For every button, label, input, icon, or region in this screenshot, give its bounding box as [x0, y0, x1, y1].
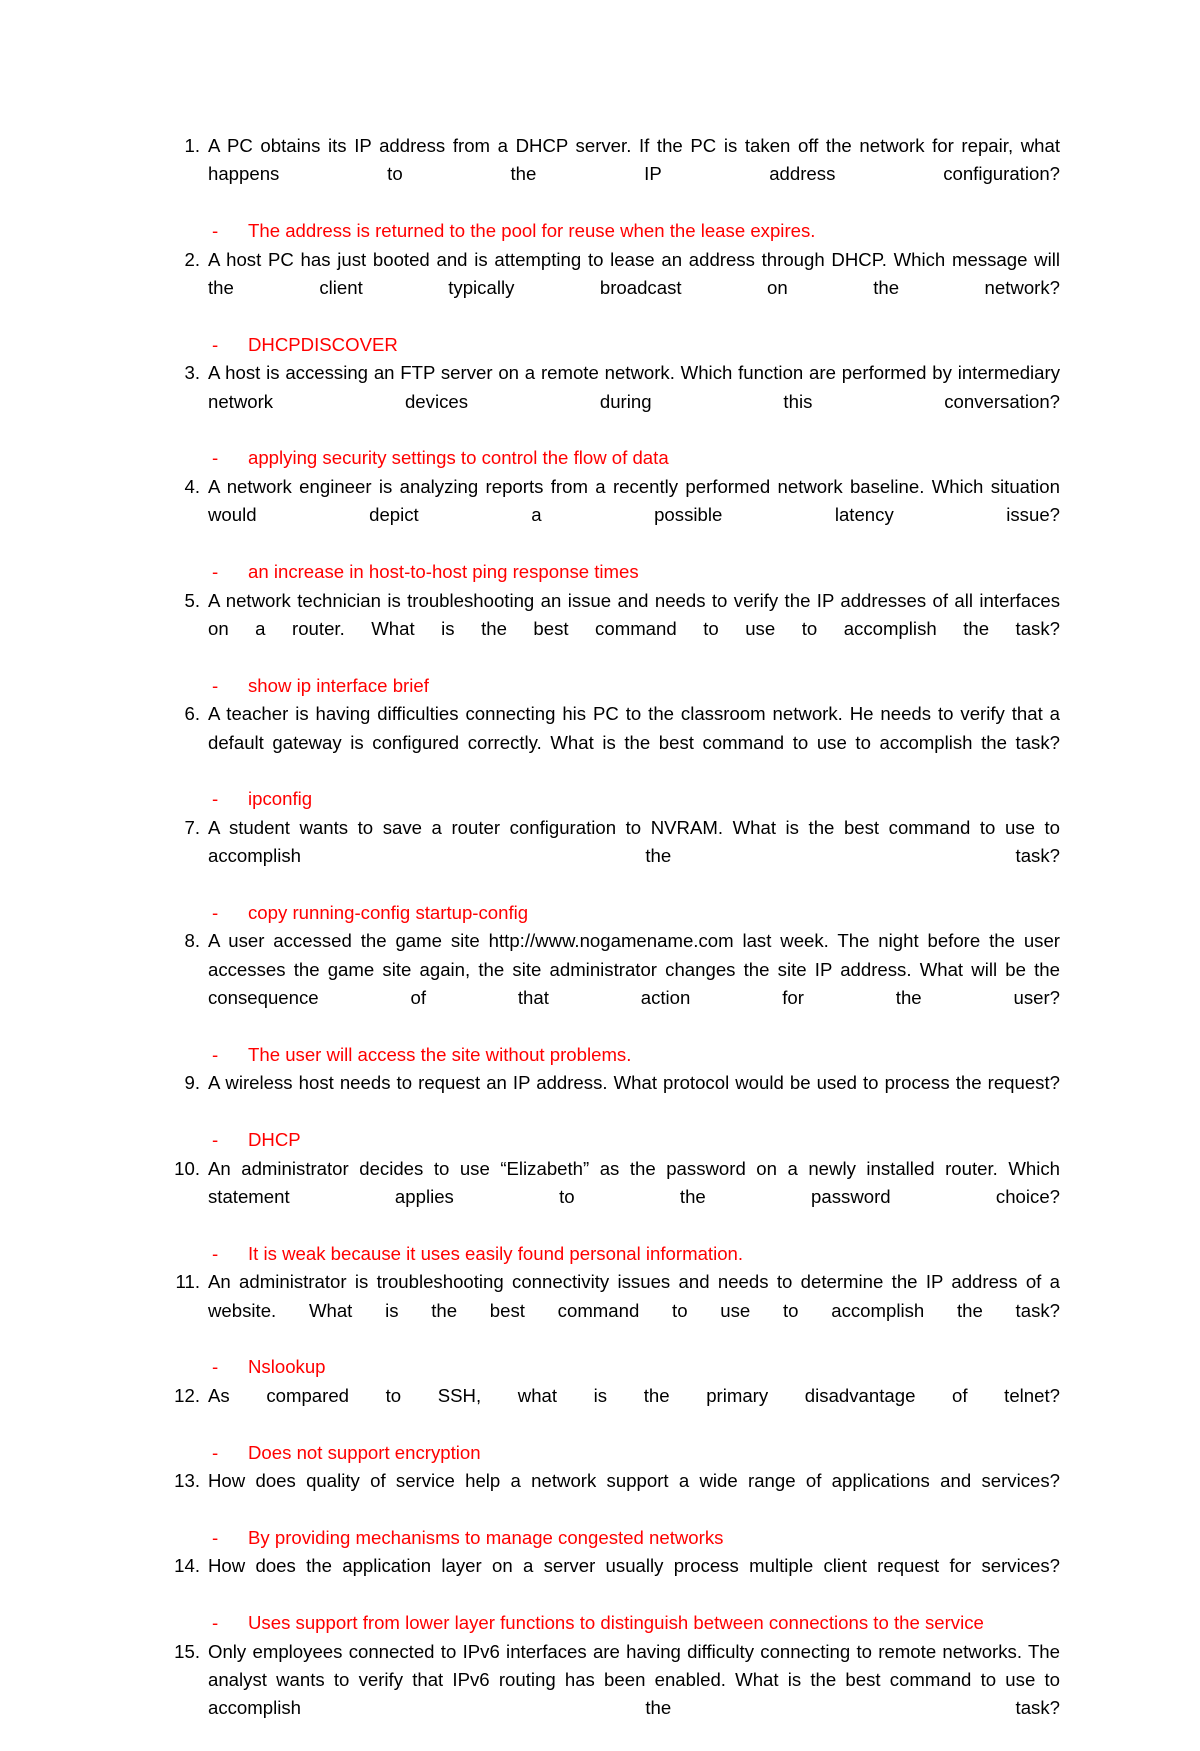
bullet-dash-icon: -	[212, 447, 219, 469]
answer-line: - DHCP	[208, 1126, 1060, 1154]
question-number	[170, 1268, 200, 1296]
bullet-dash-icon: -	[212, 901, 219, 923]
question-item: As compared to SSH, what is the primary …	[170, 1382, 1060, 1467]
question-number	[170, 1638, 200, 1666]
answer-line: - show ip interface brief	[208, 672, 1060, 700]
answer-text: ipconfig	[248, 788, 313, 810]
question-number	[170, 359, 200, 387]
answer-line: - The user will access the site without p…	[208, 1041, 1060, 1069]
question-text: How does quality of service help a netwo…	[208, 1470, 1060, 1492]
question-number	[170, 1382, 200, 1410]
answer-text: an increase in host-to-host ping respons…	[248, 561, 639, 583]
question-text: A user accessed the game site http://www…	[208, 930, 1060, 1009]
question-number	[170, 1552, 200, 1580]
answer-text: show ip interface brief	[248, 674, 429, 696]
answer-line: - copy running-config startup-config	[208, 899, 1060, 927]
question-item: A network technician is troubleshooting …	[170, 587, 1060, 701]
question-text: A student wants to save a router configu…	[208, 816, 1060, 867]
question-number	[170, 246, 200, 274]
question-text: A network engineer is analyzing reports …	[208, 475, 1060, 526]
answer-line: - applying security settings to control t…	[208, 444, 1060, 472]
question-number	[170, 700, 200, 728]
question-number	[170, 927, 200, 955]
question-text: A host PC has just booted and is attempt…	[208, 248, 1060, 299]
bullet-dash-icon: -	[212, 1612, 219, 1634]
answer-text: Uses support from lower layer functions …	[248, 1612, 984, 1634]
question-text: Only employees connected to IPv6 interfa…	[208, 1640, 1060, 1719]
question-number	[170, 132, 200, 160]
answer-text: DHCP	[248, 1129, 301, 1151]
bullet-dash-icon: -	[212, 1129, 219, 1151]
answer-line: - an increase in host-to-host ping respon…	[208, 558, 1060, 586]
answer-line: - ipconfig	[208, 785, 1060, 813]
answer-line: - It is weak because it uses easily found…	[208, 1240, 1060, 1268]
answer-text: DHCPDISCOVER	[248, 333, 398, 355]
question-number	[170, 814, 200, 842]
question-item: A host PC has just booted and is attempt…	[170, 246, 1060, 360]
answer-text: By providing mechanisms to manage conges…	[248, 1526, 724, 1548]
question-text: As compared to SSH, what is the primary …	[208, 1384, 1060, 1406]
question-item: Only employees connected to IPv6 interfa…	[170, 1638, 1060, 1751]
bullet-dash-icon: -	[212, 1441, 219, 1463]
document-page: A PC obtains its IP address from a DHCP …	[0, 0, 1200, 1718]
bullet-dash-icon: -	[212, 1242, 219, 1264]
bullet-dash-icon: -	[212, 333, 219, 355]
bullet-dash-icon: -	[212, 1044, 219, 1065]
answer-line: - Does not support encryption	[208, 1439, 1060, 1467]
answer-line: - DHCPDISCOVER	[208, 331, 1060, 359]
question-text: A host is accessing an FTP server on a r…	[208, 362, 1060, 412]
answer-text: Does not support encryption	[248, 1441, 481, 1463]
answer-line: - Nslookup	[208, 1353, 1060, 1381]
question-number	[170, 473, 200, 501]
bullet-dash-icon: -	[212, 1526, 219, 1548]
question-text: An administrator is troubleshooting conn…	[208, 1271, 1060, 1321]
answer-text: The user will access the site without pr…	[248, 1044, 632, 1065]
question-item: A host is accessing an FTP server on a r…	[170, 359, 1060, 473]
bullet-dash-icon: -	[212, 1356, 219, 1378]
question-number	[170, 1467, 200, 1495]
question-item: A network engineer is analyzing reports …	[170, 473, 1060, 587]
question-item: A PC obtains its IP address from a DHCP …	[170, 132, 1060, 246]
question-item: An administrator decides to use “Elizabe…	[170, 1155, 1060, 1269]
question-item: How does the application layer on a serv…	[170, 1552, 1060, 1637]
answer-text: The address is returned to the pool for …	[248, 220, 816, 242]
question-item: A user accessed the game site http://www…	[170, 927, 1060, 1069]
question-number	[170, 1069, 200, 1097]
answer-text: It is weak because it uses easily found …	[248, 1242, 744, 1264]
answer-text: applying security settings to control th…	[248, 447, 669, 469]
bullet-dash-icon: -	[212, 220, 219, 242]
question-item: A student wants to save a router configu…	[170, 814, 1060, 928]
answer-line: - Uses support from lower layer functions…	[208, 1609, 1060, 1637]
question-text: A network technician is troubleshooting …	[208, 589, 1060, 639]
bullet-dash-icon: -	[212, 788, 219, 810]
answer-line: - By providing mechanisms to manage conge…	[208, 1524, 1060, 1552]
question-text: A PC obtains its IP address from a DHCP …	[208, 135, 1060, 185]
question-text: An administrator decides to use “Elizabe…	[208, 1157, 1060, 1208]
answer-text: copy running-config startup-config	[248, 901, 529, 923]
bullet-dash-icon: -	[212, 561, 219, 583]
question-text: A wireless host needs to request an IP a…	[208, 1072, 1060, 1094]
question-list: A PC obtains its IP address from a DHCP …	[170, 132, 1060, 1751]
question-text: How does the application layer on a serv…	[208, 1555, 1060, 1577]
answer-text: Nslookup	[248, 1356, 326, 1378]
question-item: An administrator is troubleshooting conn…	[170, 1268, 1060, 1382]
question-text: A teacher is having difficulties connect…	[208, 703, 1060, 753]
question-item: How does quality of service help a netwo…	[170, 1467, 1060, 1552]
bullet-dash-icon: -	[212, 674, 219, 696]
question-item: A wireless host needs to request an IP a…	[170, 1069, 1060, 1154]
question-number	[170, 1155, 200, 1183]
answer-line: - The address is returned to the pool for…	[208, 217, 1060, 245]
question-item: A teacher is having difficulties connect…	[170, 700, 1060, 814]
question-number	[170, 587, 200, 615]
